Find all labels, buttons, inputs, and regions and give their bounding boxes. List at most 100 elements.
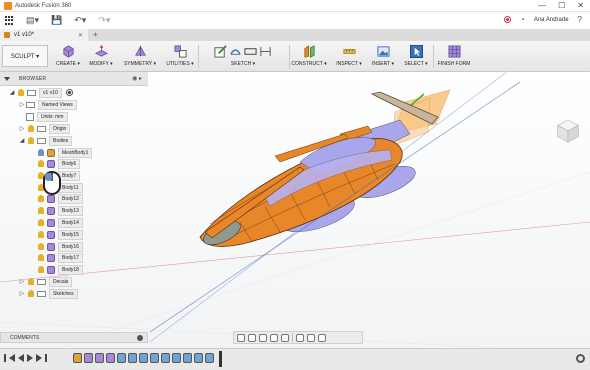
visibility-bulb-icon[interactable]	[38, 219, 44, 226]
visibility-bulb-icon[interactable]	[38, 207, 44, 214]
timeline-feature[interactable]	[139, 353, 148, 363]
maximize-button[interactable]: ☐	[558, 1, 565, 10]
visibility-bulb-icon[interactable]	[38, 254, 44, 261]
finish-form-group[interactable]: FINISH FORM	[437, 43, 471, 70]
tree-item-body[interactable]: Body6	[36, 158, 81, 169]
utilities-group[interactable]: UTILITIES ▾	[166, 43, 194, 70]
play-icon[interactable]	[27, 354, 33, 362]
tree-item-body[interactable]: Body15	[36, 229, 83, 240]
expand-icon[interactable]: ▷	[18, 278, 26, 285]
tree-item-units[interactable]: Units: mm	[26, 111, 68, 122]
tree-root[interactable]: ◢ v1 v10	[8, 87, 73, 98]
collapse-icon[interactable]	[4, 76, 10, 81]
timeline-settings-gear-icon[interactable]	[576, 354, 585, 363]
browser-panel-header[interactable]: BROWSER ◉ ▸	[0, 72, 148, 86]
pan-icon[interactable]	[259, 333, 267, 342]
timeline-feature[interactable]	[183, 353, 192, 363]
insert-group[interactable]: INSERT ▾	[370, 43, 396, 70]
record-icon[interactable]	[504, 16, 511, 23]
new-tab-button[interactable]: +	[93, 30, 98, 39]
expand-icon[interactable]: ▷	[18, 290, 26, 297]
visibility-bulb-icon[interactable]	[18, 89, 24, 96]
tree-item-body[interactable]: Body16	[36, 241, 83, 252]
orbit-icon[interactable]	[237, 333, 245, 342]
viewcube[interactable]	[554, 117, 582, 145]
timeline-feature[interactable]	[84, 353, 93, 363]
visibility-bulb-icon[interactable]	[38, 266, 44, 273]
canvas-viewport[interactable]	[0, 72, 590, 348]
clock-icon[interactable]: ◔	[520, 15, 525, 24]
construct-label: CONSTRUCT ▾	[291, 61, 327, 67]
add-comment-icon[interactable]	[137, 335, 143, 341]
data-panel-grid-icon[interactable]	[5, 16, 14, 25]
modify-group[interactable]: MODIFY ▾	[89, 43, 113, 70]
tree-item-meshbody[interactable]: MeshBody1	[36, 147, 93, 158]
timeline-feature[interactable]	[73, 353, 82, 363]
sketch-group[interactable]: SKETCH ▾	[202, 43, 284, 70]
go-to-start-icon[interactable]	[4, 354, 6, 362]
inspect-group[interactable]: INSPECT ▾	[335, 43, 363, 70]
tree-item-bodies[interactable]: ◢ Bodies	[18, 135, 73, 146]
go-to-end-icon[interactable]	[45, 354, 47, 362]
user-name[interactable]: Ana Andrade	[534, 17, 569, 23]
select-group[interactable]: SELECT ▾	[402, 43, 430, 70]
save-icon[interactable]: 💾	[51, 15, 62, 26]
timeline-marker[interactable]	[219, 351, 222, 367]
visibility-bulb-icon[interactable]	[28, 290, 34, 297]
visibility-bulb-icon[interactable]	[28, 278, 34, 285]
comments-panel[interactable]: COMMENTS	[0, 332, 148, 343]
zoom-icon[interactable]	[270, 333, 278, 342]
tab-document[interactable]: v1 v10* ✕	[0, 29, 88, 41]
workspace-switcher[interactable]: SCULPT ▾	[2, 45, 48, 67]
tree-item-body[interactable]: Body13	[36, 205, 83, 216]
step-forward-icon[interactable]	[36, 354, 42, 362]
viewports-icon[interactable]	[318, 333, 326, 342]
visibility-bulb-icon[interactable]	[28, 137, 34, 144]
timeline-feature[interactable]	[128, 353, 137, 363]
expand-icon[interactable]: ◢	[18, 137, 26, 144]
visibility-bulb-icon[interactable]	[38, 160, 44, 167]
close-window-button[interactable]: ✕	[577, 1, 584, 10]
symmetry-group[interactable]: SYMMETRY ▾	[124, 43, 156, 70]
minimize-button[interactable]: —	[538, 1, 546, 10]
timeline-feature[interactable]	[106, 353, 115, 363]
timeline-feature[interactable]	[161, 353, 170, 363]
tree-item-body[interactable]: Body18	[36, 264, 83, 275]
timeline-feature[interactable]	[172, 353, 181, 363]
close-tab-icon[interactable]: ✕	[78, 32, 83, 39]
visibility-bulb-icon[interactable]	[38, 195, 44, 202]
construct-group[interactable]: CONSTRUCT ▾	[291, 43, 327, 70]
timeline-feature[interactable]	[95, 353, 104, 363]
tree-item-body[interactable]: Body17	[36, 252, 83, 263]
tree-item-body[interactable]: Body14	[36, 217, 83, 228]
timeline-feature[interactable]	[205, 353, 214, 363]
look-at-icon[interactable]	[248, 333, 256, 342]
grid-settings-icon[interactable]	[307, 333, 315, 342]
create-group[interactable]: CREATE ▾	[56, 43, 80, 70]
model-scene[interactable]	[0, 72, 590, 348]
file-menu-icon[interactable]: ▤▾	[26, 15, 39, 26]
expand-icon[interactable]: ▷	[18, 101, 26, 108]
visibility-bulb-icon[interactable]	[38, 149, 44, 156]
expand-icon[interactable]: ◢	[8, 89, 16, 96]
tree-item-named-views[interactable]: ▷ Named Views	[18, 99, 77, 110]
undo-icon[interactable]: ↶▾	[74, 15, 86, 26]
fit-icon[interactable]	[281, 333, 289, 342]
step-back-icon[interactable]	[9, 354, 15, 362]
visibility-bulb-icon[interactable]	[38, 243, 44, 250]
redo-icon[interactable]: ↷▾	[98, 15, 110, 26]
expand-icon[interactable]: ▷	[18, 125, 26, 132]
timeline-feature[interactable]	[117, 353, 126, 363]
display-settings-icon[interactable]	[296, 333, 304, 342]
help-icon[interactable]: ?	[578, 15, 582, 24]
browser-options-icon[interactable]: ◉ ▸	[132, 75, 142, 82]
tree-item-sketches[interactable]: ▷ Sketches	[18, 288, 78, 299]
tree-item-origin[interactable]: ▷ Origin	[18, 123, 71, 134]
timeline-feature[interactable]	[150, 353, 159, 363]
play-reverse-icon[interactable]	[18, 354, 24, 362]
visibility-bulb-icon[interactable]	[38, 231, 44, 238]
tree-item-decals[interactable]: ▷ Decals	[18, 276, 73, 287]
timeline-feature[interactable]	[194, 353, 203, 363]
visibility-bulb-icon[interactable]	[28, 125, 34, 132]
activate-radio[interactable]	[65, 89, 73, 96]
